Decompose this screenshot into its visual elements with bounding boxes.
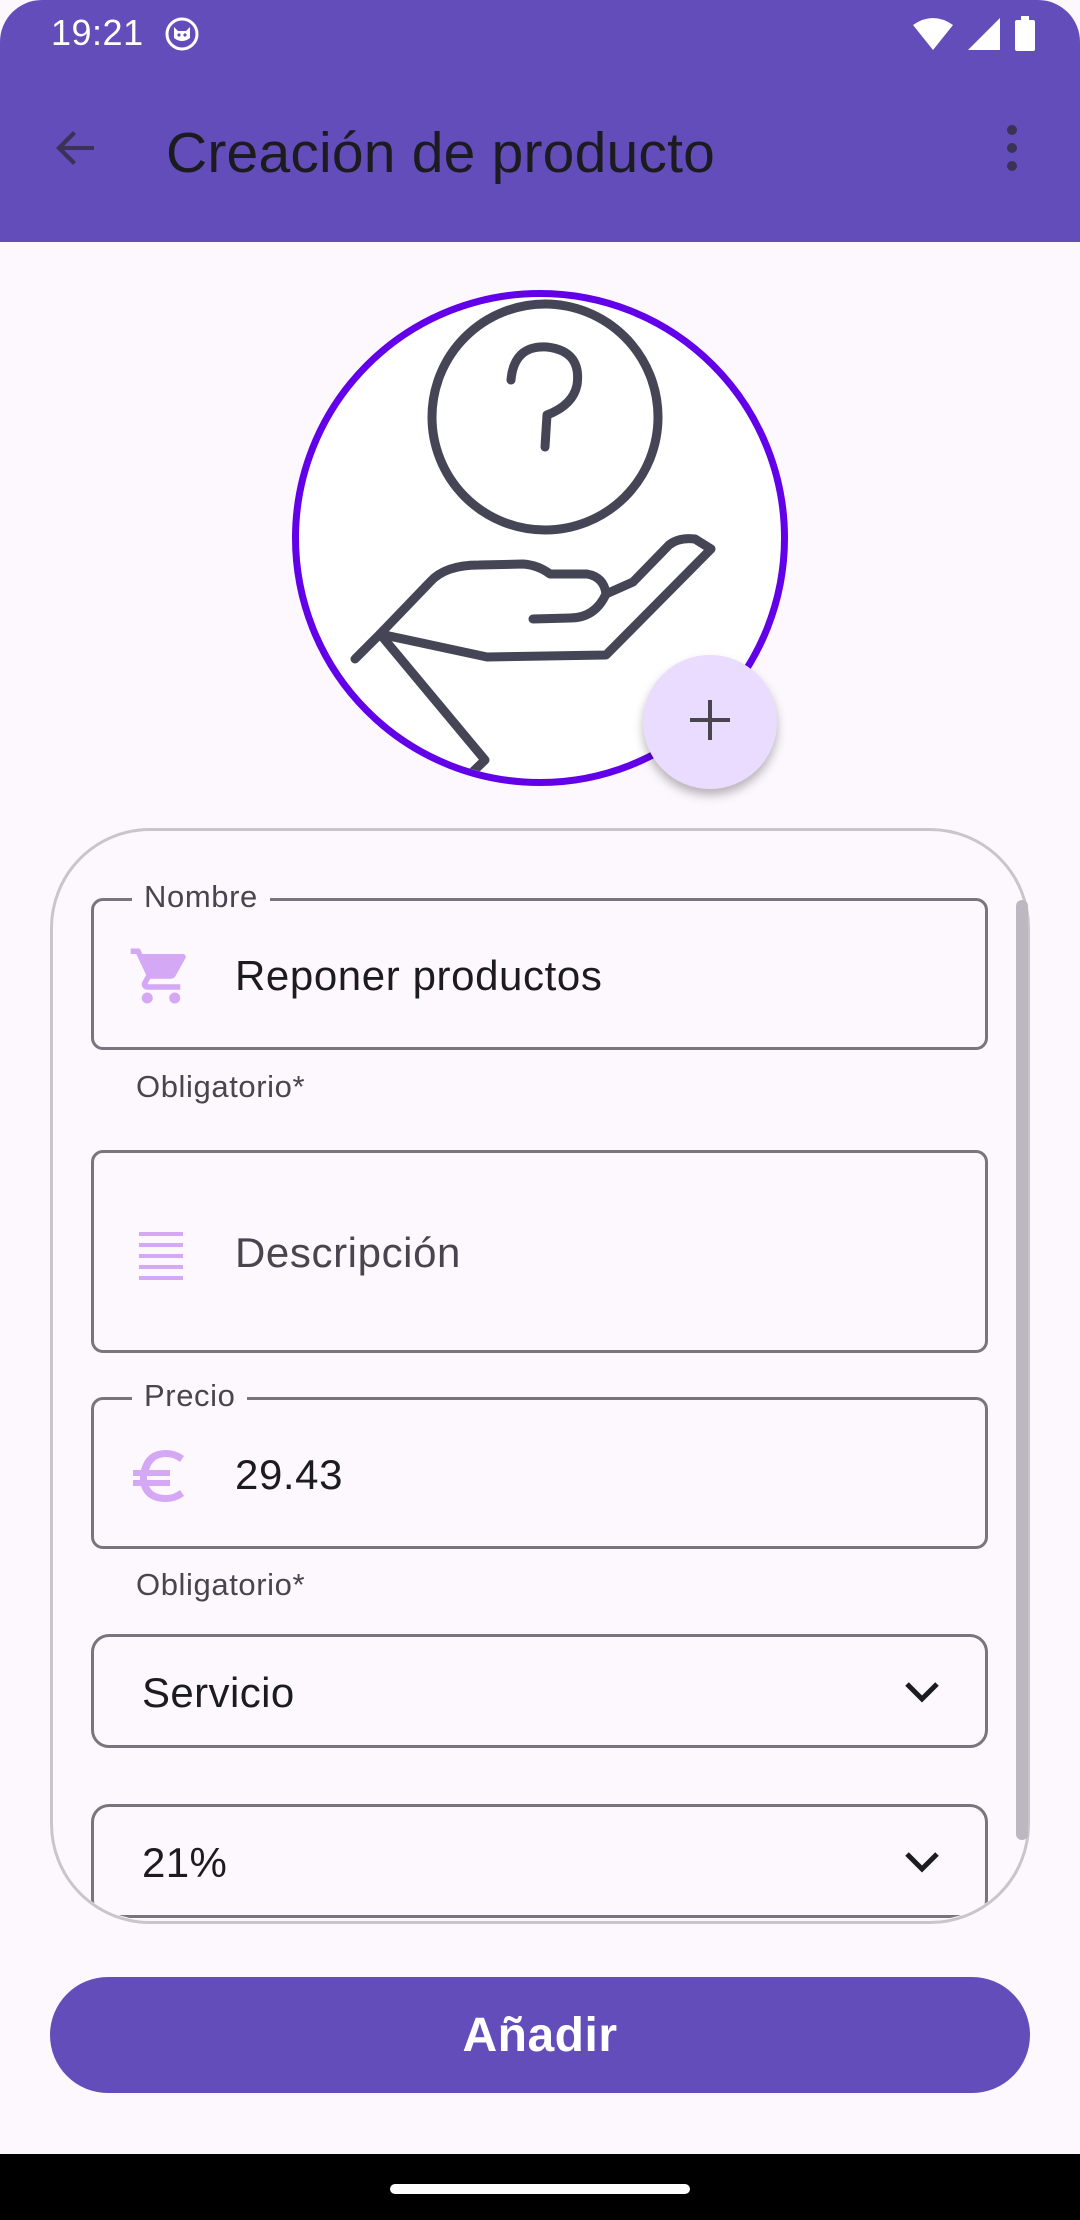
euro-icon <box>128 1442 194 1508</box>
status-time: 19:21 <box>51 12 144 53</box>
shopping-cart-icon <box>128 943 194 1009</box>
add-button-label: Añadir <box>462 2008 618 2062</box>
add-button[interactable]: Añadir <box>50 1977 1030 2093</box>
name-field-label: Nombre <box>132 879 270 915</box>
signal-icon <box>966 17 1002 51</box>
tax-select-value: 21% <box>142 1839 228 1886</box>
wifi-icon <box>912 17 954 51</box>
battery-icon <box>1014 16 1036 52</box>
app-bar: Creación de producto <box>0 90 1080 220</box>
scrollbar[interactable] <box>1016 900 1028 1840</box>
name-helper-text: Obligatorio* <box>136 1069 306 1104</box>
price-field-label: Precio <box>132 1378 248 1414</box>
home-gesture-handle[interactable] <box>390 2184 690 2194</box>
add-image-button[interactable] <box>643 655 777 789</box>
name-input[interactable]: Reponer productos <box>235 952 602 1000</box>
description-field[interactable]: Descripción <box>91 1150 988 1353</box>
more-vert-icon <box>1004 124 1020 177</box>
type-select-value: Servicio <box>142 1669 295 1716</box>
status-bar: 19:21 <box>0 0 1080 66</box>
more-options-button[interactable] <box>980 118 1044 182</box>
chevron-down-icon <box>897 1837 947 1887</box>
notes-icon <box>128 1221 194 1287</box>
plus-icon <box>688 698 732 747</box>
tax-select[interactable]: 21% <box>91 1804 988 1918</box>
name-field[interactable]: Nombre Reponer productos <box>91 879 988 1050</box>
arrow-back-icon <box>52 124 100 177</box>
price-field[interactable]: Precio 29.43 <box>91 1378 988 1549</box>
app-header: 19:21 Creación de producto <box>0 0 1080 242</box>
description-input[interactable]: Descripción <box>235 1229 461 1277</box>
page-title: Creación de producto <box>166 121 716 185</box>
back-button[interactable] <box>44 118 108 182</box>
navigation-bar <box>0 2154 1080 2220</box>
tax-select-clip: 21% <box>50 1780 1030 1920</box>
chevron-down-icon <box>897 1667 947 1717</box>
cat-app-icon <box>164 16 200 52</box>
type-select[interactable]: Servicio <box>91 1634 988 1748</box>
price-input[interactable]: 29.43 <box>235 1451 343 1499</box>
price-helper-text: Obligatorio* <box>136 1567 306 1602</box>
status-icons <box>912 14 1036 54</box>
screen: 19:21 Creación de producto Nombre Repone… <box>0 0 1080 2220</box>
